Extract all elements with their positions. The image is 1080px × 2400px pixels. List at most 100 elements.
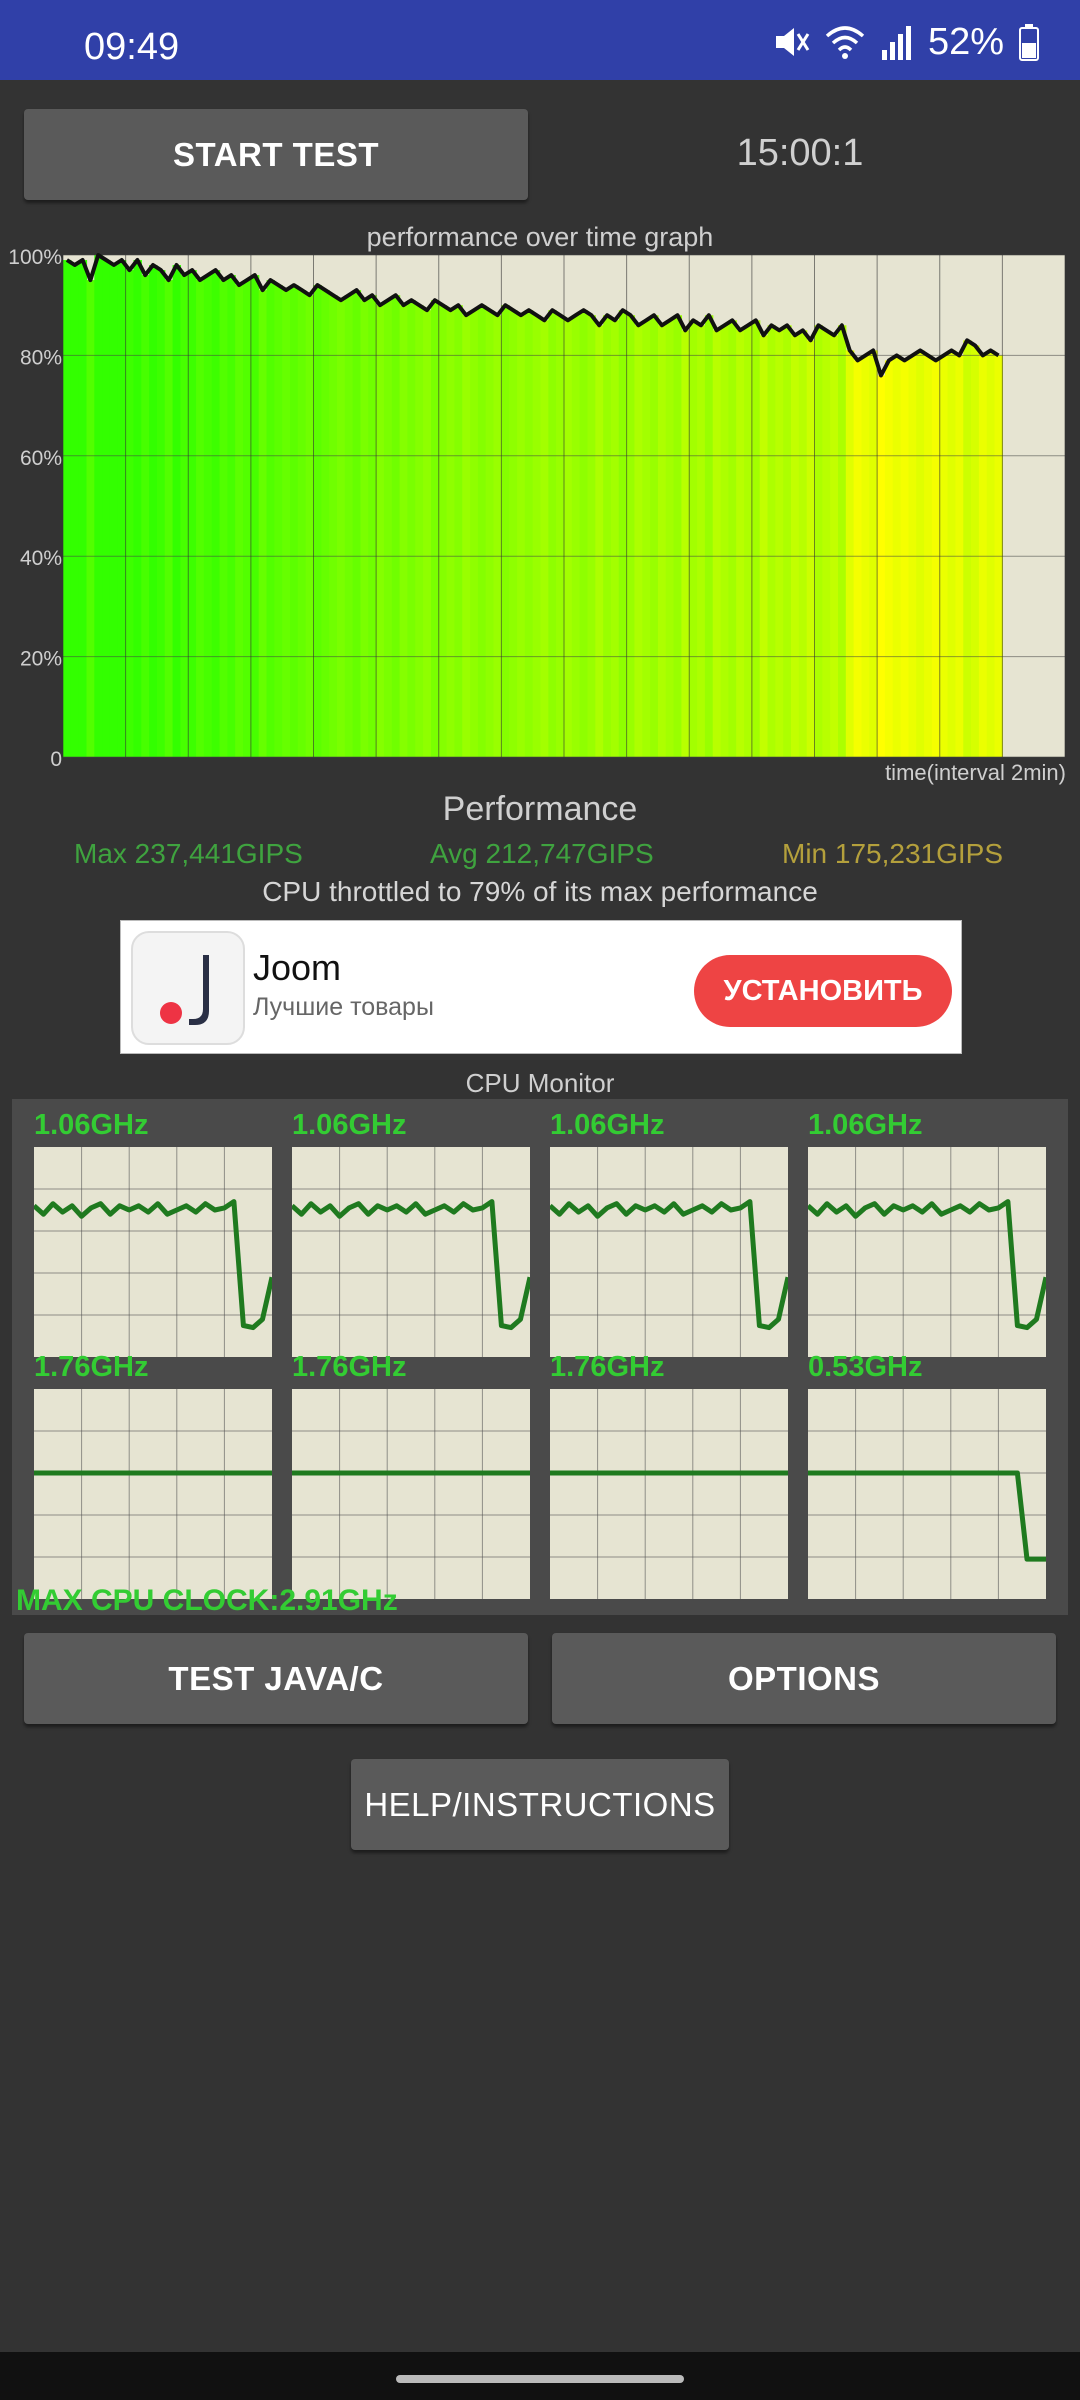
signal-icon (881, 26, 911, 60)
core-graph-background (292, 1389, 530, 1599)
perf-bar (704, 315, 714, 757)
perf-bar (814, 325, 823, 757)
min-performance: Min 175,231GIPS (782, 838, 1004, 869)
perf-bar (947, 350, 957, 757)
perf-bar (180, 275, 189, 757)
core-graph (34, 1147, 272, 1357)
y-tick-label: 20% (20, 648, 62, 671)
perf-bar (438, 305, 448, 757)
perf-bar (109, 265, 119, 757)
core-graph (292, 1147, 530, 1357)
test-java-c-button[interactable]: TEST JAVA/C (24, 1633, 528, 1724)
perf-bar (196, 280, 205, 757)
perf-bar (712, 330, 722, 757)
perf-bar (571, 315, 581, 757)
cpu-core-3: 1.06GHz (550, 1109, 788, 1357)
perf-bar (845, 350, 855, 757)
perf-bar (399, 305, 409, 757)
cpu-monitor-panel: 1.06GHz 1.06GHz 1.06GHz 1.06GHz 1.76GHz 1.76G… (12, 1099, 1068, 1615)
perf-bar (141, 275, 150, 757)
cpu-core-4: 1.06GHz (808, 1109, 1046, 1357)
perf-bar (971, 345, 980, 757)
perf-bar (188, 270, 197, 757)
perf-bar (548, 310, 557, 757)
start-test-button[interactable]: START TEST (24, 109, 528, 200)
perf-bar (282, 290, 291, 757)
perf-bar (391, 295, 401, 757)
status-bar: 09:49 52% (0, 0, 1080, 80)
ad-subtitle: Лучшие товары (253, 993, 434, 1021)
perf-bar (235, 285, 244, 757)
avg-performance: Avg 212,747GIPS (430, 838, 654, 869)
perf-bar (211, 270, 221, 757)
perf-bar (524, 310, 534, 757)
perf-bar (509, 310, 518, 757)
perf-bar (806, 340, 816, 757)
perf-bar (352, 290, 362, 757)
perf-bar (869, 350, 878, 757)
core-graph (292, 1389, 530, 1599)
perf-bar (884, 360, 894, 757)
perf-bar (336, 300, 346, 757)
perf-bar (853, 360, 863, 757)
core-graph-background (34, 1389, 272, 1599)
perf-bar (407, 300, 416, 757)
perf-bar (164, 280, 174, 757)
core-frequency: 1.76GHz (292, 1351, 407, 1383)
performance-graph: 100% 80% 60% 40% 20% 0 (0, 240, 1080, 800)
perf-bar (618, 310, 628, 757)
perf-bar (650, 315, 659, 757)
perf-bar (219, 280, 228, 757)
core-graph (550, 1147, 788, 1357)
status-time: 09:49 (84, 26, 180, 68)
perf-bar (830, 335, 839, 757)
perf-bar (517, 315, 526, 757)
throttle-message: CPU throttled to 79% of its max performa… (262, 876, 818, 907)
core-graph (34, 1389, 272, 1599)
perf-bar (720, 325, 729, 757)
perf-bar (258, 290, 268, 757)
ad-install-button[interactable]: УСТАНОВИТЬ (694, 955, 952, 1027)
help-instructions-button[interactable]: HELP/INSTRUCTIONS (351, 1759, 729, 1850)
perf-bar (63, 260, 72, 757)
ad-banner[interactable]: Joom Лучшие товары УСТАНОВИТЬ (120, 920, 962, 1054)
mute-icon (775, 28, 810, 56)
perf-bar (822, 330, 831, 757)
core-graph (550, 1389, 788, 1599)
perf-bar (751, 320, 761, 757)
max-cpu-clock: MAX CPU CLOCK:2.91GHz (16, 1584, 398, 1617)
perf-bar (665, 320, 675, 757)
cpu-core-8: 0.53GHz (808, 1351, 1046, 1599)
perf-bar (360, 300, 369, 757)
cpu-monitor-title: CPU Monitor (465, 1068, 615, 1098)
perf-bar (501, 305, 510, 757)
perf-bar (986, 350, 996, 757)
perf-bar (86, 280, 95, 757)
core-graph-background (550, 1389, 788, 1599)
perf-bar (736, 330, 745, 757)
perf-bar (759, 335, 769, 757)
perf-bar (564, 320, 573, 757)
battery-icon (1019, 24, 1039, 61)
perf-bar (775, 330, 784, 757)
perf-bar (70, 265, 80, 757)
perf-bar (798, 330, 808, 757)
perf-bar (603, 315, 612, 757)
perf-bar (266, 280, 275, 757)
options-button[interactable]: OPTIONS (552, 1633, 1056, 1724)
perf-bar (587, 315, 596, 757)
perf-bar (203, 275, 213, 757)
core-graph (808, 1389, 1046, 1599)
y-tick-label: 80% (20, 346, 62, 369)
ad-title: Joom (253, 947, 342, 988)
perf-bar (454, 305, 463, 757)
core-graph-background (808, 1389, 1046, 1599)
perf-bar (556, 315, 565, 757)
wifi-icon (825, 26, 865, 59)
perf-bar (728, 320, 737, 757)
core-frequency: 1.76GHz (34, 1351, 149, 1383)
core-frequency: 0.53GHz (808, 1351, 923, 1383)
home-handle[interactable] (396, 2375, 684, 2383)
perf-bar (321, 290, 330, 757)
perf-bar (642, 320, 651, 757)
